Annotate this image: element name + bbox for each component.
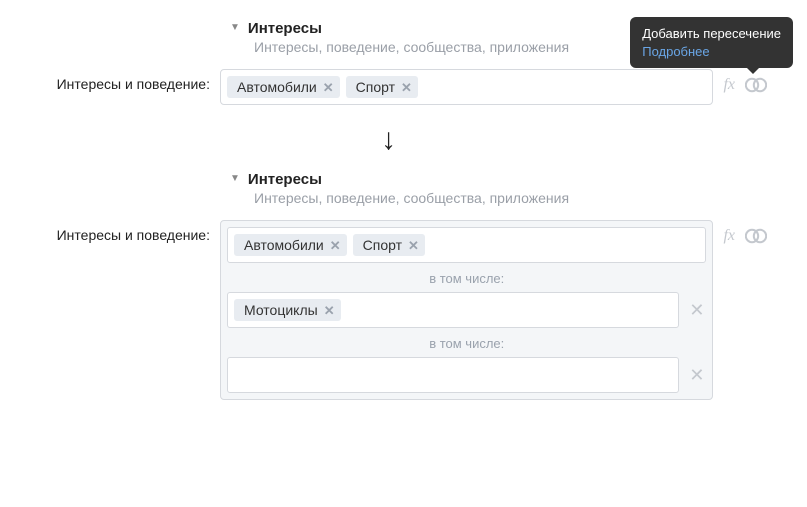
remove-token-icon[interactable]: ✕ bbox=[408, 239, 419, 252]
token-label: Спорт bbox=[356, 79, 395, 95]
interests-token-input[interactable]: Автомобили ✕ Спорт ✕ bbox=[220, 69, 713, 105]
chevron-down-icon: ▼ bbox=[230, 22, 240, 33]
token-auto: Автомобили ✕ bbox=[227, 76, 340, 98]
token-label: Спорт bbox=[363, 237, 402, 253]
token-label: Автомобили bbox=[244, 237, 324, 253]
interests-section-after: ▼ Интересы Интересы, поведение, сообщест… bbox=[10, 171, 767, 400]
section-title: Интересы bbox=[248, 20, 322, 37]
tooltip-learn-more-link[interactable]: Подробнее bbox=[642, 44, 709, 59]
including-caption: в том числе: bbox=[227, 328, 706, 357]
token-label: Автомобили bbox=[237, 79, 317, 95]
arrow-down-icon: ↓ bbox=[10, 123, 767, 157]
remove-row-icon[interactable]: ✕ bbox=[687, 300, 706, 321]
token-label: Мотоциклы bbox=[244, 302, 318, 318]
field-body: Автомобили ✕ Спорт ✕ в том числе: Мотоци… bbox=[220, 220, 767, 400]
field-label: Интересы и поведение: bbox=[10, 220, 220, 243]
field-side-icons: fx bbox=[723, 69, 767, 94]
chevron-down-icon: ▼ bbox=[230, 173, 240, 184]
remove-token-icon[interactable]: ✕ bbox=[401, 81, 412, 94]
interests-field-row: Добавить пересечение Подробнее Интересы … bbox=[10, 69, 767, 105]
remove-row-icon[interactable]: ✕ bbox=[687, 365, 706, 386]
section-title: Интересы bbox=[248, 171, 322, 188]
including-caption: в том числе: bbox=[227, 263, 706, 292]
intersect-icon[interactable] bbox=[745, 77, 767, 93]
tooltip-title: Добавить пересечение bbox=[642, 26, 781, 41]
remove-token-icon[interactable]: ✕ bbox=[330, 239, 341, 252]
formula-icon[interactable]: fx bbox=[723, 76, 735, 94]
section-header[interactable]: ▼ Интересы bbox=[230, 171, 767, 188]
field-label: Интересы и поведение: bbox=[10, 69, 220, 92]
intersection-segment: Автомобили ✕ Спорт ✕ в том числе: Мотоци… bbox=[220, 220, 713, 400]
interests-section-before: ▼ Интересы Интересы, поведение, сообщест… bbox=[10, 20, 767, 105]
intersect-icon[interactable] bbox=[745, 228, 767, 244]
token-sport: Спорт ✕ bbox=[346, 76, 418, 98]
remove-token-icon[interactable]: ✕ bbox=[323, 81, 334, 94]
field-side-icons: fx bbox=[723, 220, 767, 245]
token-sport: Спорт ✕ bbox=[353, 234, 425, 256]
formula-icon[interactable]: fx bbox=[723, 227, 735, 245]
interests-field-row: Интересы и поведение: Автомобили ✕ Спорт… bbox=[10, 220, 767, 400]
token-auto: Автомобили ✕ bbox=[234, 234, 347, 256]
field-body: Автомобили ✕ Спорт ✕ fx bbox=[220, 69, 767, 105]
segment-token-input[interactable] bbox=[227, 357, 679, 393]
remove-token-icon[interactable]: ✕ bbox=[324, 304, 335, 317]
segment-token-input[interactable]: Автомобили ✕ Спорт ✕ bbox=[227, 227, 706, 263]
intersection-row: Мотоциклы ✕ ✕ bbox=[227, 292, 706, 328]
intersection-row-empty: ✕ bbox=[227, 357, 706, 393]
section-subtitle: Интересы, поведение, сообщества, приложе… bbox=[254, 190, 767, 206]
token-moto: Мотоциклы ✕ bbox=[234, 299, 341, 321]
segment-token-input[interactable]: Мотоциклы ✕ bbox=[227, 292, 679, 328]
intersect-tooltip: Добавить пересечение Подробнее bbox=[630, 17, 793, 68]
